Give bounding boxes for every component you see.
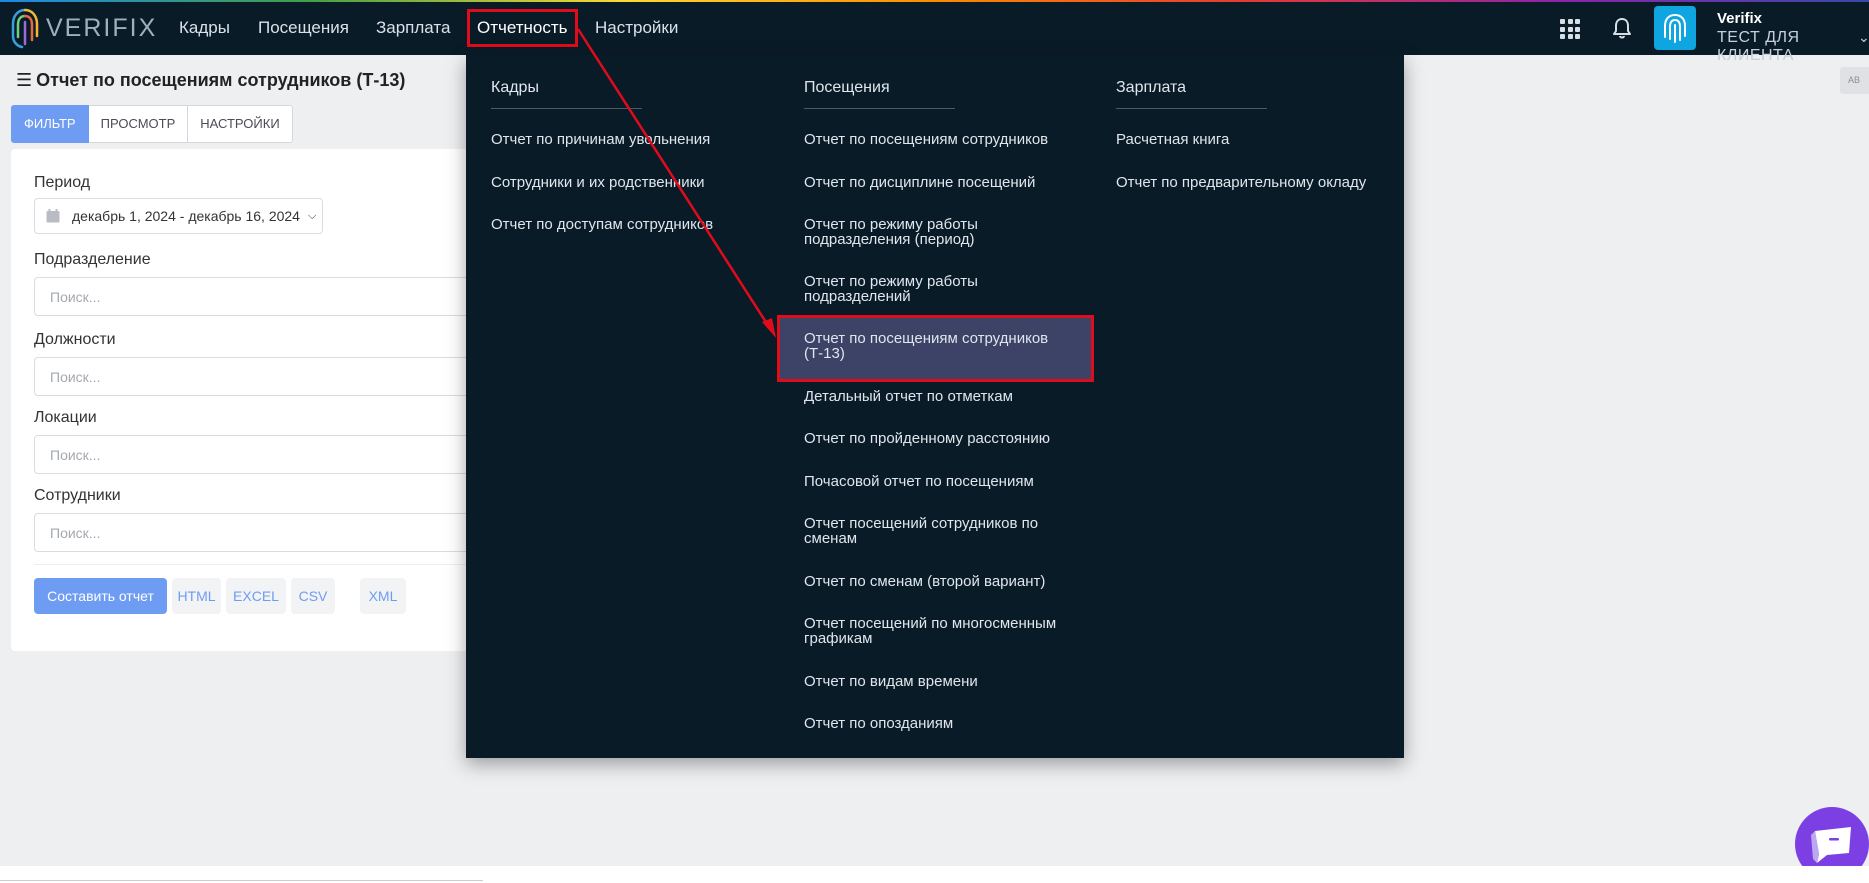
- menu-link-multishift-schedules[interactable]: Отчет посещений по многосменным графикам: [804, 616, 1088, 646]
- nav-item-nastroyki[interactable]: Настройки: [595, 18, 678, 38]
- menu-column-heading-poseshcheniya: Посещения: [804, 79, 955, 109]
- locations-search-input[interactable]: [34, 435, 494, 474]
- department-search-input[interactable]: [34, 277, 494, 316]
- menu-column-heading-kadry: Кадры: [491, 79, 642, 109]
- menu-link-detailed-marks[interactable]: Детальный отчет по отметкам: [804, 389, 1088, 404]
- menu-link-shifts-variant-2[interactable]: Отчет по сменам (второй вариант): [804, 574, 1088, 589]
- brand-name: VERIFIX: [46, 13, 158, 42]
- export-excel-button[interactable]: EXCEL: [226, 578, 286, 614]
- tab-filter[interactable]: ФИЛЬТР: [11, 105, 89, 143]
- menu-link-attendance-discipline[interactable]: Отчет по дисциплине посещений: [804, 175, 1088, 190]
- menu-link-hourly-attendance[interactable]: Почасовой отчет по посещениям: [804, 474, 1088, 489]
- reports-dropdown-menu: Кадры Отчет по причинам увольнения Сотру…: [466, 55, 1404, 758]
- period-value: декабрь 1, 2024 - декабрь 16, 2024: [72, 208, 300, 224]
- selected-item-highlight-box: [777, 315, 1094, 382]
- locations-label: Локации: [34, 409, 97, 426]
- calendar-icon: [46, 209, 60, 223]
- menu-link-lateness[interactable]: Отчет по опозданиям: [804, 716, 1088, 731]
- menu-link-preliminary-salary[interactable]: Отчет по предварительному окладу: [1116, 175, 1400, 190]
- page-title: ☰ Отчет по посещениям сотрудников (Т-13): [16, 70, 406, 91]
- menu-link-employees-relatives[interactable]: Сотрудники и их родственники: [491, 175, 775, 190]
- export-html-button[interactable]: HTML: [172, 578, 221, 614]
- positions-label: Должности: [34, 331, 116, 348]
- nav-item-poseshcheniya[interactable]: Посещения: [258, 18, 349, 38]
- user-company[interactable]: ТЕСТ ДЛЯ КЛИЕНТА: [1717, 29, 1869, 65]
- hamburger-icon[interactable]: ☰: [16, 70, 32, 91]
- menu-link-time-types[interactable]: Отчет по видам времени: [804, 674, 1088, 689]
- employees-label: Сотрудники: [34, 487, 121, 504]
- chevron-down-icon[interactable]: ⌄: [1858, 29, 1869, 46]
- menu-link-dismissal-reasons[interactable]: Отчет по причинам увольнения: [491, 132, 775, 147]
- avatar[interactable]: [1654, 6, 1696, 50]
- nav-highlight-box: [467, 9, 578, 47]
- menu-link-payroll-book[interactable]: Расчетная книга: [1116, 132, 1400, 147]
- user-name[interactable]: Verifix: [1717, 10, 1762, 27]
- fingerprint-icon: [1664, 14, 1686, 43]
- menu-link-attendance-by-shifts[interactable]: Отчет посещений сотрудников по сменам: [804, 516, 1088, 546]
- card-divider: [34, 564, 494, 565]
- fingerprint-logo-icon: [11, 8, 39, 49]
- nav-item-zarplata[interactable]: Зарплата: [376, 18, 450, 38]
- export-xml-button[interactable]: XML: [360, 578, 406, 614]
- menu-column-heading-zarplata: Зарплата: [1116, 79, 1267, 109]
- top-navbar: VERIFIX Кадры Посещения Зарплата Отчетно…: [0, 2, 1869, 64]
- bottom-line: [0, 880, 483, 881]
- menu-link-attendance[interactable]: Отчет по посещениям сотрудников: [804, 132, 1088, 147]
- menu-link-distance-travelled[interactable]: Отчет по пройденному расстоянию: [804, 431, 1088, 446]
- bell-icon[interactable]: [1612, 17, 1632, 39]
- export-csv-button[interactable]: CSV: [291, 578, 335, 614]
- department-label: Подразделение: [34, 251, 151, 268]
- period-date-range-picker[interactable]: декабрь 1, 2024 - декабрь 16, 2024 ⌵: [34, 198, 323, 234]
- app-logo[interactable]: VERIFIX: [10, 6, 157, 50]
- menu-link-dept-schedule[interactable]: Отчет по режиму работы подразделений: [804, 274, 1088, 304]
- menu-link-dept-schedule-period[interactable]: Отчет по режиму работы подразделения (пе…: [804, 217, 1088, 247]
- filter-card: Период декабрь 1, 2024 - декабрь 16, 202…: [11, 149, 494, 651]
- side-panel-toggle[interactable]: AB: [1840, 67, 1869, 94]
- view-tabs: ФИЛЬТР ПРОСМОТР НАСТРОЙКИ: [11, 105, 293, 143]
- apps-grid-icon[interactable]: [1560, 19, 1580, 39]
- tab-preview[interactable]: ПРОСМОТР: [88, 105, 189, 143]
- employees-search-input[interactable]: [34, 513, 494, 552]
- build-report-button[interactable]: Составить отчет: [34, 578, 167, 614]
- positions-search-input[interactable]: [34, 357, 494, 396]
- tab-settings[interactable]: НАСТРОЙКИ: [188, 105, 293, 143]
- period-label: Период: [34, 174, 91, 191]
- menu-link-employee-access[interactable]: Отчет по доступам сотрудников: [491, 217, 775, 232]
- nav-item-kadry[interactable]: Кадры: [179, 18, 230, 38]
- chevron-down-icon: ⌵: [307, 209, 317, 222]
